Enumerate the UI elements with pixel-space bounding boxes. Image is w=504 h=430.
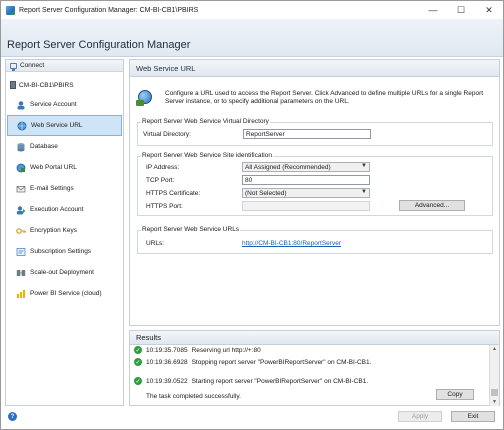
connect-icon <box>10 62 17 71</box>
ip-address-label: IP Address: <box>146 164 180 171</box>
intro-text: Configure a URL used to access the Repor… <box>165 90 484 105</box>
sidebar-item-execution-account[interactable]: Execution Account <box>6 199 123 220</box>
web-service-url-icon <box>17 121 27 131</box>
chevron-down-icon: ▼ <box>361 189 367 195</box>
result-time: 10:19:35.7085 <box>146 346 188 354</box>
main-panel: Web Service URL Configure a URL used to … <box>129 59 500 326</box>
virtual-directory-input[interactable]: ReportServer <box>243 129 371 139</box>
sidebar-item-database[interactable]: Database <box>6 136 123 157</box>
report-server-url-link[interactable]: http://CM-BI-CB1:80/ReportServer <box>242 240 341 247</box>
scroll-up-icon[interactable]: ▲ <box>490 345 499 353</box>
group-title: Report Server Web Service URLs <box>141 226 241 233</box>
tcp-port-input[interactable]: 80 <box>242 175 370 185</box>
sidebar-item-web-portal-url[interactable]: Web Portal URL <box>6 157 123 178</box>
urls-group: Report Server Web Service URLs URLs: htt… <box>137 226 493 254</box>
window-title: Report Server Configuration Manager: CM-… <box>19 6 199 14</box>
check-icon: ✓ <box>134 377 142 385</box>
connect-button[interactable]: Connect <box>6 60 123 72</box>
server-node: CM-BI-CB1\PBIRS <box>6 76 123 94</box>
execution-account-icon <box>16 205 26 215</box>
sidebar-item-scale-out-deployment[interactable]: Scale-out Deployment <box>6 262 123 283</box>
service-account-icon <box>16 100 26 110</box>
virtual-directory-label: Virtual Directory: <box>143 131 191 138</box>
scroll-thumb[interactable] <box>491 389 498 396</box>
sidebar-item-encryption-keys[interactable]: Encryption Keys <box>6 220 123 241</box>
sidebar-item-label: Web Service URL <box>31 122 83 129</box>
results-header: Results <box>130 331 499 345</box>
app-icon <box>6 5 15 15</box>
sidebar-item-label: Subscription Settings <box>30 248 92 255</box>
main-header: Web Service URL <box>130 60 499 77</box>
app-window: Report Server Configuration Manager: CM-… <box>0 0 504 430</box>
apply-button[interactable]: Apply <box>398 411 442 422</box>
email-icon <box>16 184 26 194</box>
server-name: CM-BI-CB1\PBIRS <box>19 81 74 89</box>
results-list: ✓ 10:19:35.7085 Reserving url http://+:8… <box>130 345 490 406</box>
site-identification-group: Report Server Web Service Site identific… <box>137 152 493 216</box>
result-time: 10:19:36.6928 <box>146 358 188 366</box>
https-port-input[interactable] <box>242 201 370 211</box>
minimize-button[interactable]: — <box>419 1 447 19</box>
sidebar-item-label: Scale-out Deployment <box>30 269 94 276</box>
group-title: Report Server Web Service Site identific… <box>141 152 273 159</box>
result-text: Stopping report server "PowerBIReportSer… <box>191 358 372 366</box>
title-bar: Report Server Configuration Manager: CM-… <box>1 1 503 19</box>
sidebar-item-email-settings[interactable]: E-mail Settings <box>6 178 123 199</box>
sidebar-item-label: Power BI Service (cloud) <box>30 290 102 297</box>
https-certificate-select[interactable]: (Not Selected) ▼ <box>242 188 370 198</box>
sidebar-item-label: Execution Account <box>30 206 84 213</box>
sidebar: Connect CM-BI-CB1\PBIRS Service Account … <box>5 59 124 406</box>
result-time: 10:19:39.0522 <box>146 377 188 385</box>
sidebar-item-service-account[interactable]: Service Account <box>6 94 123 115</box>
server-icon <box>10 81 16 89</box>
results-panel: Results ✓ 10:19:35.7085 Reserving url ht… <box>129 330 500 406</box>
header-banner: Report Server Configuration Manager <box>1 19 503 57</box>
sidebar-item-label: Service Account <box>30 101 77 108</box>
sidebar-item-web-service-url[interactable]: Web Service URL <box>7 115 122 136</box>
sidebar-item-label: E-mail Settings <box>30 185 74 192</box>
results-scrollbar[interactable]: ▲ ▼ <box>489 345 499 406</box>
virtual-directory-group: Report Server Web Service Virtual Direct… <box>137 118 493 146</box>
web-portal-url-icon <box>16 163 26 173</box>
result-text: Reserving url http://+:80 <box>191 346 261 354</box>
advanced-button[interactable]: Advanced... <box>399 200 465 211</box>
result-row: ✓ 10:19:39.0522 Starting report server "… <box>134 376 368 386</box>
result-row: ✓ 10:19:35.7085 Reserving url http://+:8… <box>134 345 261 355</box>
key-icon <box>16 226 26 236</box>
power-bi-icon <box>16 289 26 299</box>
sidebar-item-subscription-settings[interactable]: Subscription Settings <box>6 241 123 262</box>
ip-address-value: All Assigned (Recommended) <box>245 163 331 171</box>
check-icon: ✓ <box>134 346 142 354</box>
help-icon[interactable]: ? <box>8 412 17 421</box>
connect-label: Connect <box>20 62 45 69</box>
https-port-label: HTTPS Port: <box>146 203 183 210</box>
database-icon <box>16 142 26 152</box>
scale-out-icon <box>16 268 26 278</box>
sidebar-item-label: Database <box>30 143 58 150</box>
https-certificate-value: (Not Selected) <box>245 189 287 197</box>
globe-icon <box>136 90 152 106</box>
subscription-icon <box>16 247 26 257</box>
copy-button[interactable]: Copy <box>436 389 474 400</box>
check-icon: ✓ <box>134 358 142 366</box>
completed-message: The task completed successfully. <box>146 392 241 400</box>
maximize-button[interactable]: ☐ <box>447 1 475 19</box>
banner-title: Report Server Configuration Manager <box>7 39 191 51</box>
group-title: Report Server Web Service Virtual Direct… <box>141 118 270 125</box>
sidebar-item-label: Encryption Keys <box>30 227 77 234</box>
chevron-down-icon: ▼ <box>361 163 367 169</box>
urls-label: URLs: <box>146 240 165 247</box>
close-button[interactable]: ✕ <box>475 1 503 19</box>
result-row: ✓ 10:19:36.6928 Stopping report server "… <box>134 357 371 367</box>
ip-address-select[interactable]: All Assigned (Recommended) ▼ <box>242 162 370 172</box>
exit-button[interactable]: Exit <box>451 411 495 422</box>
intro-section: Configure a URL used to access the Repor… <box>136 88 493 112</box>
result-text: Starting report server "PowerBIReportSer… <box>191 377 369 385</box>
https-certificate-label: HTTPS Certificate: <box>146 190 201 197</box>
sidebar-item-power-bi-service[interactable]: Power BI Service (cloud) <box>6 283 123 304</box>
sidebar-item-label: Web Portal URL <box>30 164 77 171</box>
scroll-down-icon[interactable]: ▼ <box>490 398 499 406</box>
tcp-port-label: TCP Port: <box>146 177 175 184</box>
